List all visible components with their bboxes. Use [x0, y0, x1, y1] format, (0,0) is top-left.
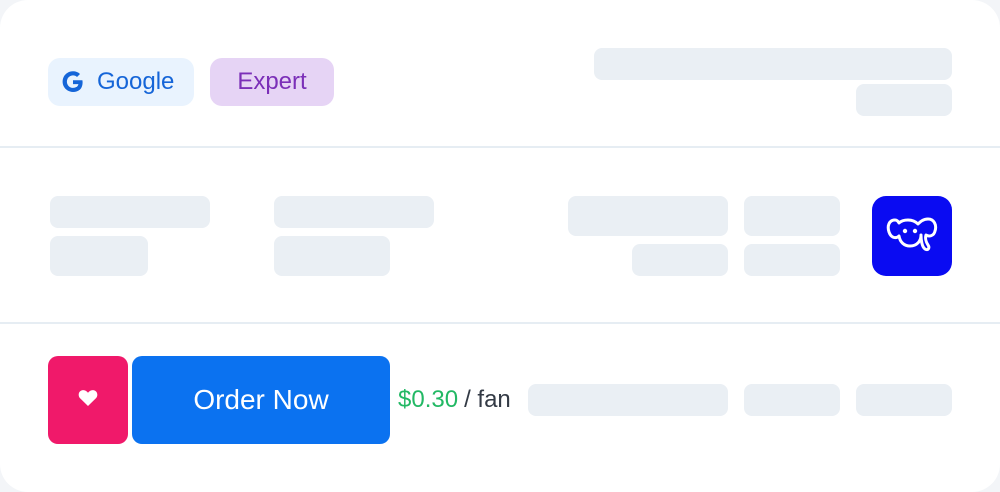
skeleton-footer-long: [528, 384, 728, 416]
skeleton-footer-end: [856, 384, 952, 416]
skeleton-col1-value: [50, 236, 148, 276]
expert-badge-label: Expert: [237, 68, 307, 95]
skeleton-footer-mid: [744, 384, 840, 416]
price-amount: $0.30: [398, 386, 459, 413]
order-now-button[interactable]: Order Now: [132, 356, 390, 444]
skeleton-header-short: [856, 84, 952, 116]
skeleton-col4-title: [744, 196, 840, 236]
google-badge-label: Google: [97, 68, 175, 95]
elephant-icon: [885, 214, 939, 259]
favorite-button[interactable]: [48, 356, 128, 444]
divider-top: [0, 146, 1000, 148]
price-unit: / fan: [464, 386, 511, 413]
skeleton-col2-value: [274, 236, 390, 276]
service-card: Google Expert Order Now $0.30 / fan: [0, 0, 1000, 492]
expert-badge: Expert: [210, 58, 334, 106]
divider-bottom: [0, 322, 1000, 324]
skeleton-col2-title: [274, 196, 434, 228]
skeleton-header-line: [594, 48, 952, 80]
price-display: $0.30 / fan: [398, 384, 511, 416]
google-g-icon: [61, 70, 85, 94]
skeleton-col4-value: [744, 244, 840, 276]
order-now-label: Order Now: [193, 384, 329, 415]
elephant-app-icon: [872, 196, 952, 276]
skeleton-col3-value: [632, 244, 728, 276]
google-badge: Google: [48, 58, 194, 106]
heart-icon: [78, 389, 98, 412]
skeleton-col1-title: [50, 196, 210, 228]
skeleton-col3-title: [568, 196, 728, 236]
